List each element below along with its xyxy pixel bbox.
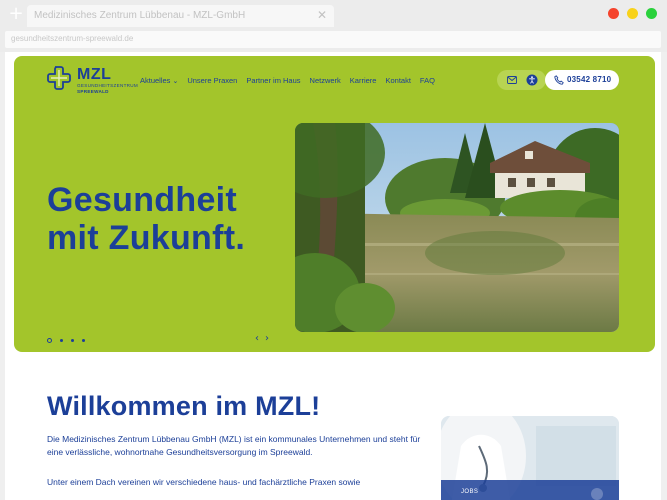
welcome-paragraph-1: Die Medizinisches Zentrum Lübbenau GmbH … [47,434,421,457]
slider-dot-4[interactable] [82,339,85,342]
slider-pagination [47,338,85,343]
window-close-button[interactable] [608,8,619,19]
address-bar[interactable]: gesundheitszentrum-spreewald.de [5,31,661,48]
slider-prev-icon[interactable]: ‹ [255,333,259,344]
url-text: gesundheitszentrum-spreewald.de [11,34,134,43]
jobs-arrow-icon[interactable] [591,488,603,500]
accessibility-icon[interactable] [526,74,538,86]
spreewald-landscape-image [295,123,619,332]
nav-item-unsere-praxen[interactable]: Unsere Praxen [187,76,237,85]
new-tab-icon[interactable]: + [8,5,24,23]
slider-arrows: ‹ › [255,333,269,344]
welcome-paragraph-2: Unter einem Dach vereinen wir verschiede… [47,477,361,487]
hero-headline: Gesundheit mit Zukunft. [47,181,245,257]
nav-item-kontakt[interactable]: Kontakt [385,76,410,85]
nav-item-netzwerk[interactable]: Netzwerk [310,76,341,85]
nav-item-karriere[interactable]: Karriere [350,76,377,85]
hero-section: MZL GESUNDHEITSZENTRUM SPREEWALD Aktuell… [14,56,655,352]
nav-label: Aktuelles [140,76,171,85]
phone-icon [554,75,564,85]
window-minimize-button[interactable] [627,8,638,19]
phone-number: 03542 8710 [567,75,612,84]
web-page: MZL GESUNDHEITSZENTRUM SPREEWALD Aktuell… [5,52,661,500]
slider-dot-1[interactable] [47,338,52,343]
doctor-photo [441,416,619,500]
close-tab-icon[interactable]: ✕ [317,8,327,22]
logo-subtitle-region: SPREEWALD [77,89,109,94]
browser-tab[interactable]: Medizinisches Zentrum Lübbenau - MZL-Gmb… [27,5,334,27]
browser-chrome: + Medizinisches Zentrum Lübbenau - MZL-G… [0,0,667,52]
jobs-label: JOBS [461,489,479,495]
logo-name: MZL [77,66,112,83]
nav-item-faq[interactable]: FAQ [420,76,435,85]
slider-dot-3[interactable] [71,339,74,342]
chevron-down-icon: ⌄ [172,78,179,85]
slider-next-icon[interactable]: › [265,333,269,344]
slider-dot-2[interactable] [60,339,63,342]
phone-button[interactable]: 03542 8710 [545,70,619,90]
hero-headline-line1: Gesundheit [47,181,238,219]
window-maximize-button[interactable] [646,8,657,19]
mail-icon[interactable] [507,76,517,84]
logo-subtitle: GESUNDHEITSZENTRUM [77,83,139,88]
main-navigation: Aktuelles ⌄ Unsere Praxen Partner im Haus… [140,76,435,85]
hero-headline-line2: mit Zukunft. [47,219,246,257]
welcome-title: Willkommen im MZL! [47,391,321,421]
utility-icons [497,70,546,90]
nav-item-aktuelles[interactable]: Aktuelles ⌄ [140,76,178,85]
tab-title: Medizinisches Zentrum Lübbenau - MZL-Gmb… [34,10,246,21]
jobs-card[interactable]: JOBS [441,416,619,500]
hero-image-spreewald [295,123,619,332]
cross-logo-icon [47,66,71,90]
nav-item-partner-im-haus[interactable]: Partner im Haus [246,76,300,85]
